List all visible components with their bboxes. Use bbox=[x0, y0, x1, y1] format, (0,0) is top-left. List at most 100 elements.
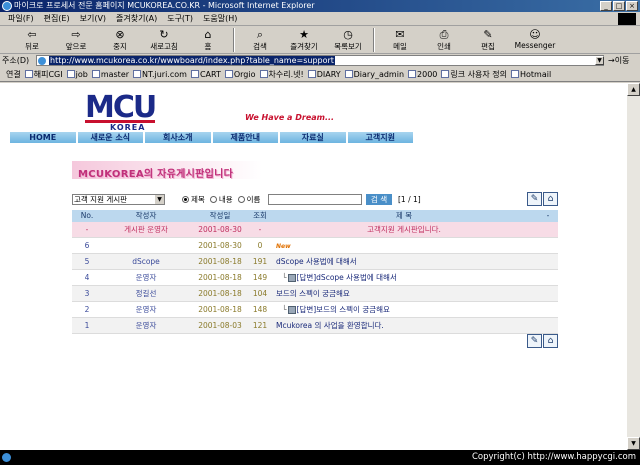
radio-content[interactable]: 내용 bbox=[209, 194, 233, 205]
post-subject-link[interactable]: New bbox=[270, 238, 538, 253]
link-2000[interactable]: 2000 bbox=[408, 70, 437, 79]
window-controls: _ □ × bbox=[600, 1, 638, 11]
link-nt-juri[interactable]: NT.juri.com bbox=[133, 70, 187, 79]
link-master[interactable]: master bbox=[91, 70, 129, 79]
menu-edit[interactable]: 편집(E) bbox=[44, 13, 70, 24]
print-button[interactable]: ⎙ 인쇄 bbox=[422, 27, 466, 53]
board-select[interactable]: 고객 지원 게시판 ▼ bbox=[72, 194, 165, 205]
scroll-down-icon[interactable]: ▼ bbox=[627, 437, 640, 450]
window-title: 마이크로 프로세서 전문 홈페이지 MCUKOREA.CO.KR - Micro… bbox=[14, 1, 315, 10]
post-subject-link[interactable]: └ [답변]보드의 스펙이 궁금해요 bbox=[270, 302, 538, 317]
chevron-down-icon: ▼ bbox=[155, 195, 164, 204]
edit-button[interactable]: ✎ 편집 bbox=[466, 27, 510, 53]
go-button[interactable]: →이동 bbox=[608, 55, 629, 66]
radio-name[interactable]: 이름 bbox=[237, 194, 260, 205]
nav-support[interactable]: 고객지원 bbox=[347, 132, 415, 143]
table-row[interactable]: 2 운영자 2001-08-18 148 └ [답변]보드의 스펙이 궁금해요 bbox=[72, 302, 558, 318]
forward-arrow-icon: ⇨ bbox=[71, 28, 81, 41]
site-logo-sub: KOREA bbox=[110, 123, 146, 132]
favorites-button[interactable]: ★ 즐겨찾기 bbox=[282, 27, 326, 53]
menu-view[interactable]: 보기(V) bbox=[80, 13, 106, 24]
header-hits: 조회 bbox=[253, 211, 267, 220]
header-date: 작성일 bbox=[209, 211, 231, 220]
table-row[interactable]: 3 정길선 2001-08-18 104 보드의 스펙이 궁금해요 bbox=[72, 286, 558, 302]
reply-icon bbox=[287, 306, 296, 314]
table-row[interactable]: 1 운영자 2001-08-03 121 Mcukorea 의 사업을 환영합니… bbox=[72, 318, 558, 334]
menu-file[interactable]: 파일(F) bbox=[8, 13, 34, 24]
window-title-bar: 마이크로 프로세서 전문 홈페이지 MCUKOREA.CO.KR - Micro… bbox=[0, 0, 640, 12]
link-diary-admin[interactable]: Diary_admin bbox=[344, 70, 404, 79]
link-icon bbox=[24, 70, 33, 78]
post-subject-link[interactable]: └ [답변]dScope 사용법에 대해서 bbox=[270, 270, 538, 285]
messenger-button[interactable]: ☺ Messenger bbox=[510, 27, 560, 53]
site-slogan: We Have a Dream... bbox=[245, 113, 335, 122]
links-bar: 연결 해피CGI job master NT.juri.com CART Org… bbox=[0, 67, 640, 82]
home-icon[interactable]: ⌂ bbox=[543, 334, 558, 348]
address-label: 주소(D) bbox=[2, 56, 30, 65]
menu-help[interactable]: 도움말(H) bbox=[203, 13, 237, 24]
radio-subject[interactable]: 제목 bbox=[182, 194, 205, 205]
header-subject: 제 목 bbox=[395, 211, 413, 220]
link-cart[interactable]: CART bbox=[190, 70, 221, 79]
post-subject-link[interactable]: 보드의 스펙이 궁금해요 bbox=[270, 286, 538, 301]
forward-button[interactable]: ⇨ 앞으로 bbox=[54, 27, 98, 53]
home-icon: ⌂ bbox=[204, 28, 212, 41]
stop-icon: ⊗ bbox=[115, 28, 125, 41]
table-row[interactable]: 6 2001-08-30 0 New bbox=[72, 238, 558, 254]
write-icon[interactable]: ✎ bbox=[527, 192, 542, 206]
history-button[interactable]: ◷ 목록보기 bbox=[326, 27, 370, 53]
back-button[interactable]: ⇦ 뒤로 bbox=[10, 27, 54, 53]
link-hotmail[interactable]: Hotmail bbox=[510, 70, 551, 79]
link-icon bbox=[91, 70, 100, 78]
search-icon: ⌕ bbox=[256, 28, 264, 41]
links-label: 연결 bbox=[6, 69, 21, 79]
search-submit-button[interactable]: 검 색 bbox=[366, 194, 392, 205]
address-dropdown-icon[interactable]: ▼ bbox=[595, 56, 604, 65]
maximize-icon[interactable]: □ bbox=[613, 1, 625, 11]
header-writer: 작성자 bbox=[135, 211, 157, 220]
table-row[interactable]: 5 dScope 2001-08-18 191 dScope 사용법에 대해서 bbox=[72, 254, 558, 270]
post-subject-link[interactable]: 고객지원 게시판입니다. bbox=[270, 222, 538, 237]
refresh-button[interactable]: ↻ 새로고침 bbox=[142, 27, 186, 53]
vertical-scrollbar[interactable]: ▲ ▼ bbox=[627, 83, 640, 450]
mail-button[interactable]: ✉ 메일 bbox=[378, 27, 422, 53]
history-icon: ◷ bbox=[343, 28, 353, 41]
minimize-icon[interactable]: _ bbox=[600, 1, 612, 11]
address-input[interactable]: http://www.mcukorea.co.kr/wwwboard/index… bbox=[36, 55, 604, 66]
nav-products[interactable]: 제품안내 bbox=[212, 132, 280, 143]
menu-favorites[interactable]: 즐겨찾기(A) bbox=[116, 13, 157, 24]
address-url: http://www.mcukorea.co.kr/wwwboard/index… bbox=[49, 56, 335, 65]
menu-bar: 파일(F) 편집(E) 보기(V) 즐겨찾기(A) 도구(T) 도움말(H) bbox=[0, 12, 640, 26]
scroll-up-icon[interactable]: ▲ bbox=[627, 83, 640, 96]
link-customize[interactable]: 링크 사용자 정의 bbox=[441, 69, 507, 80]
search-input[interactable] bbox=[268, 194, 362, 205]
link-job[interactable]: job bbox=[66, 70, 88, 79]
windows-flag-icon bbox=[618, 13, 636, 25]
new-badge: New bbox=[276, 243, 291, 250]
write-icon[interactable]: ✎ bbox=[527, 334, 542, 348]
post-subject-link[interactable]: dScope 사용법에 대해서 bbox=[270, 254, 538, 269]
table-row[interactable]: - 게시판 운영자 2001-08-30 - 고객지원 게시판입니다. bbox=[72, 222, 558, 238]
table-header: No. 작성자 작성일 조회 제 목 - bbox=[72, 210, 558, 222]
nav-downloads[interactable]: 자료실 bbox=[280, 132, 348, 143]
home-icon[interactable]: ⌂ bbox=[543, 192, 558, 206]
nav-news[interactable]: 새로운 소식 bbox=[77, 132, 145, 143]
close-icon[interactable]: × bbox=[626, 1, 638, 11]
post-subject-link[interactable]: Mcukorea 의 사업을 환영합니다. bbox=[270, 318, 538, 333]
nav-company[interactable]: 회사소개 bbox=[145, 132, 213, 143]
link-chasuri[interactable]: 차수리.넷! bbox=[259, 69, 304, 80]
link-orgio[interactable]: Orgio bbox=[224, 70, 256, 79]
stop-button[interactable]: ⊗ 중지 bbox=[98, 27, 142, 53]
status-bar: Copyright(c) http://www.happycgi.com bbox=[0, 450, 640, 465]
table-row[interactable]: 4 운영자 2001-08-18 149 └ [답변]dScope 사용법에 대해… bbox=[72, 270, 558, 286]
search-field-radios: 제목 내용 이름 bbox=[182, 194, 260, 205]
nav-home[interactable]: HOME bbox=[10, 132, 78, 143]
link-icon bbox=[224, 70, 233, 78]
link-happycgi[interactable]: 해피CGI bbox=[24, 69, 63, 80]
site-logo[interactable]: MCU bbox=[85, 93, 157, 123]
search-button[interactable]: ⌕ 검색 bbox=[238, 27, 282, 53]
link-diary[interactable]: DIARY bbox=[307, 70, 341, 79]
toolbar-separator bbox=[373, 28, 375, 52]
home-button[interactable]: ⌂ 홈 bbox=[186, 27, 230, 53]
menu-tools[interactable]: 도구(T) bbox=[167, 13, 193, 24]
